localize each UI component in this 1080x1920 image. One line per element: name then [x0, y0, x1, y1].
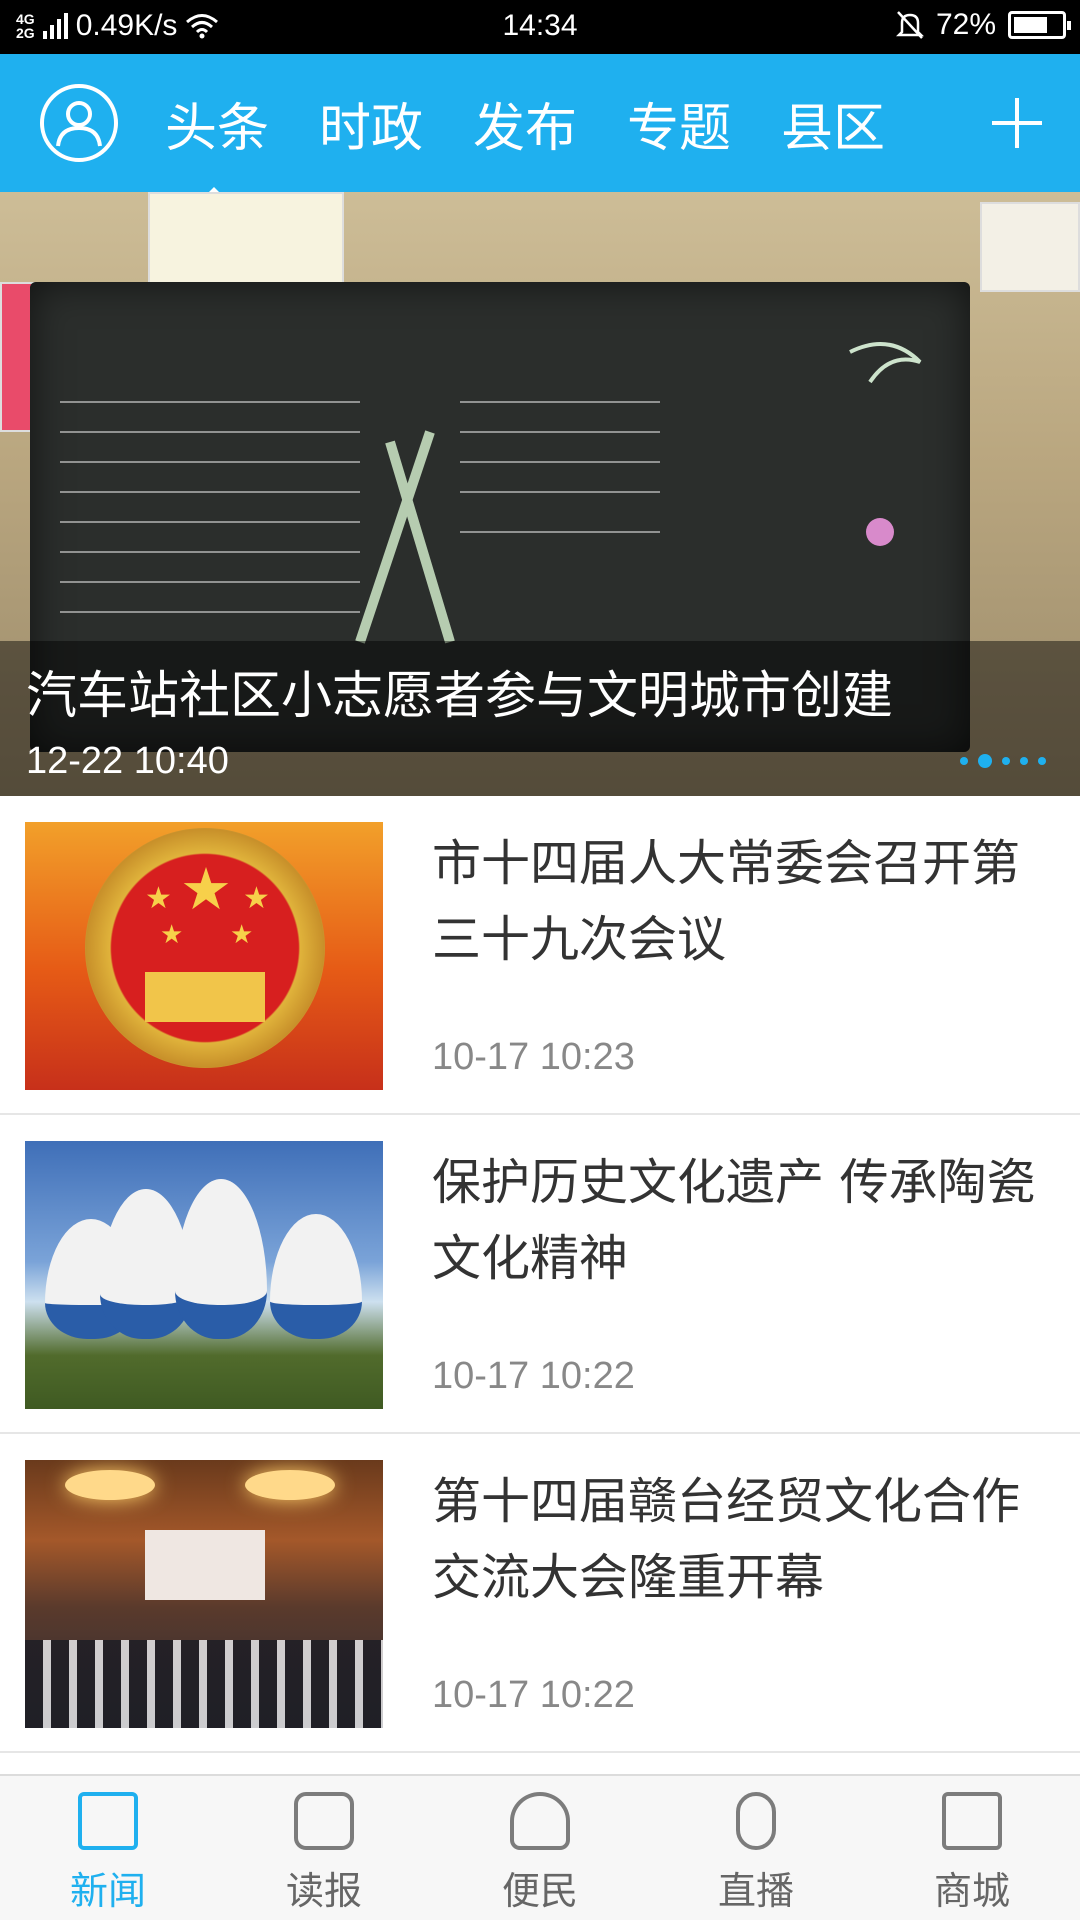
nav-mall[interactable]: 商城	[864, 1776, 1080, 1920]
stage-screen	[145, 1530, 265, 1600]
nav-label: 读报	[285, 1869, 362, 1913]
nav-label: 直播	[717, 1869, 794, 1913]
news-timestamp: 10-17 10:23	[432, 1036, 635, 1078]
tab-county[interactable]: 县区	[781, 86, 935, 161]
star-icon: ★	[145, 881, 172, 916]
status-bar: 4G 2G 0.49K/s 14:34 72%	[0, 0, 1080, 54]
wifi-icon	[186, 14, 219, 39]
national-emblem-thumbnail: ★ ★ ★ ★ ★	[25, 822, 383, 1090]
gift-icon	[942, 1792, 1002, 1850]
news-list-item[interactable]: 第十四届赣台经贸文化合作交流大会隆重开幕 10-17 10:22	[0, 1434, 1080, 1753]
wall-poster-image	[980, 202, 1080, 292]
news-title: 市十四届人大常委会召开第三十九次会议	[432, 835, 1021, 968]
news-icon	[78, 1792, 138, 1850]
nav-label: 新闻	[69, 1869, 146, 1913]
nav-label: 商城	[933, 1869, 1010, 1913]
carousel-dot	[1038, 757, 1046, 765]
nav-live[interactable]: 直播	[648, 1776, 864, 1920]
audience-shape	[25, 1640, 383, 1728]
carousel-dot	[1020, 757, 1028, 765]
user-icon	[56, 101, 102, 147]
hero-title[interactable]: 汽车站社区小志愿者参与文明城市创建	[26, 654, 893, 728]
conference-hall-thumbnail	[25, 1460, 383, 1728]
news-list-item[interactable]: 保护历史文化遗产 传承陶瓷文化精神 10-17 10:22	[0, 1115, 1080, 1434]
status-right: 72%	[895, 8, 1071, 42]
news-list-item[interactable]: ★ ★ ★ ★ ★ 市十四届人大常委会召开第三十九次会议 10-17 10:23	[0, 796, 1080, 1115]
nav-services[interactable]: 便民	[432, 1776, 648, 1920]
drop-sculpture	[270, 1214, 362, 1339]
nav-newspaper[interactable]: 读报	[216, 1776, 432, 1920]
bottom-navigation: 新闻 读报 便民 直播 商城	[0, 1774, 1080, 1920]
nav-label: 便民	[501, 1869, 578, 1913]
network-type-icon: 4G 2G	[16, 12, 35, 40]
carousel-dot	[1002, 757, 1010, 765]
microphone-icon	[736, 1792, 776, 1850]
user-avatar-button[interactable]	[40, 84, 118, 162]
network-speed: 0.49K/s	[75, 9, 178, 42]
chandelier-shape	[245, 1470, 335, 1500]
status-left: 4G 2G 0.49K/s	[16, 9, 219, 43]
star-icon: ★	[243, 881, 270, 916]
signal-icon	[42, 13, 68, 39]
tab-headline[interactable]: 头条	[165, 86, 319, 201]
carousel-dot	[960, 757, 968, 765]
network-top-label: 4G	[16, 11, 35, 27]
carousel-dot-active	[978, 754, 992, 768]
drop-sculpture	[175, 1179, 267, 1339]
star-icon: ★	[230, 920, 254, 950]
category-tabs: 头条 时政 发布 专题 县区	[165, 54, 935, 201]
nav-news[interactable]: 新闻	[0, 1776, 216, 1920]
newspaper-icon	[294, 1792, 354, 1850]
top-nav-bar: 头条 时政 发布 专题 县区	[0, 54, 1080, 201]
news-title: 保护历史文化遗产 传承陶瓷文化精神	[432, 1154, 1036, 1287]
chandelier-shape	[65, 1470, 155, 1500]
tab-release[interactable]: 发布	[473, 86, 627, 161]
news-timestamp: 10-17 10:22	[432, 1355, 635, 1397]
hero-timestamp: 12-22 10:40	[26, 740, 229, 782]
tab-special[interactable]: 专题	[627, 86, 781, 161]
network-bottom-label: 2G	[16, 25, 35, 41]
star-icon: ★	[180, 855, 232, 923]
tab-politics[interactable]: 时政	[319, 86, 473, 161]
battery-percent: 72%	[935, 8, 996, 41]
hero-banner[interactable]: 汽车站社区小志愿者参与文明城市创建 12-22 10:40	[0, 192, 1080, 796]
news-title: 第十四届赣台经贸文化合作交流大会隆重开幕	[432, 1473, 1021, 1606]
carousel-indicator	[960, 754, 1046, 768]
people-icon	[510, 1792, 570, 1850]
porcelain-drops-thumbnail	[25, 1141, 383, 1409]
news-timestamp: 10-17 10:22	[432, 1674, 635, 1716]
battery-icon	[1008, 11, 1071, 39]
add-channel-button[interactable]	[992, 98, 1042, 148]
battery-fill	[1014, 17, 1047, 33]
gate-shape	[145, 972, 265, 1022]
bell-muted-icon	[895, 11, 924, 39]
news-list: ★ ★ ★ ★ ★ 市十四届人大常委会召开第三十九次会议 10-17 10:23…	[0, 796, 1080, 1753]
star-icon: ★	[160, 920, 184, 950]
